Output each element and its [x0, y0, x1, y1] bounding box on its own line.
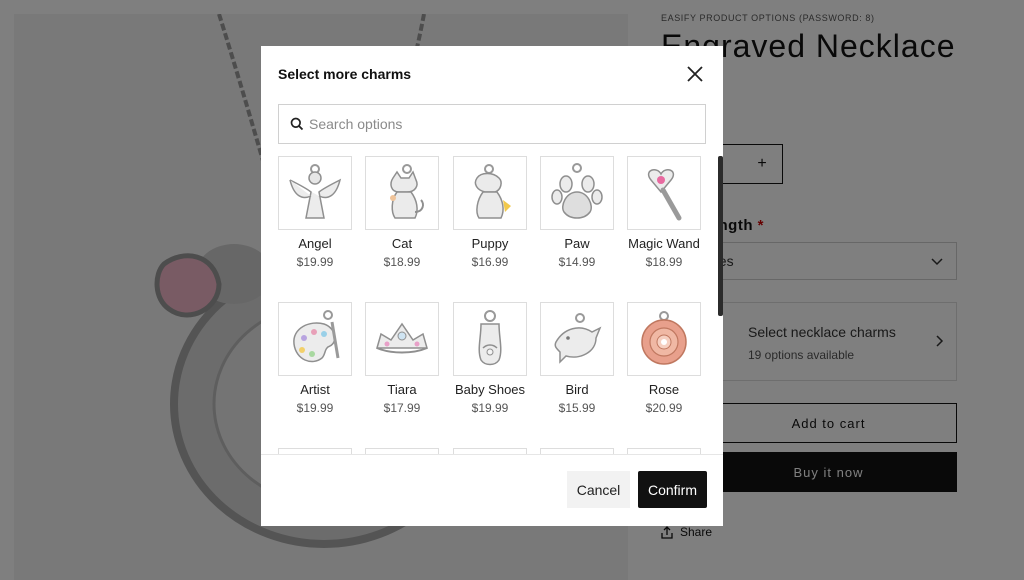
- charm-name: Artist: [300, 382, 330, 397]
- charm-thumbnail: [627, 156, 701, 230]
- charm-name: Angel: [298, 236, 332, 251]
- magic-wand-charm-icon: [647, 169, 682, 221]
- confirm-button[interactable]: Confirm: [638, 471, 707, 508]
- scrollbar[interactable]: [718, 156, 723, 316]
- charm-name: Puppy: [471, 236, 509, 251]
- charm-option[interactable]: Tiara $17.99: [365, 302, 439, 417]
- charm-price: $20.99: [645, 401, 683, 415]
- select-charms-modal: Select more charms Angel: [261, 46, 723, 526]
- charm-thumbnail: [453, 302, 527, 376]
- charm-thumbnail: [540, 156, 614, 230]
- charm-name: Magic Wand: [628, 236, 700, 251]
- charm-name: Cat: [391, 236, 413, 251]
- charm-name: Rose: [648, 382, 680, 397]
- charm-option[interactable]: Cat $18.99: [365, 156, 439, 271]
- charm-option[interactable]: Bird $15.99: [540, 302, 614, 417]
- charm-option[interactable]: Baby Shoes $19.99: [453, 302, 527, 417]
- charm-option[interactable]: Artist $19.99: [278, 302, 352, 417]
- charm-name: Bird: [565, 382, 589, 397]
- charm-price: $15.99: [558, 401, 596, 415]
- charm-price: $16.99: [471, 255, 509, 269]
- angel-charm-icon: [289, 164, 342, 219]
- charm-price: $19.99: [296, 401, 334, 415]
- charm-thumbnail: [453, 156, 527, 230]
- charm-name: Paw: [564, 236, 590, 251]
- charm-thumbnail: [540, 302, 614, 376]
- charm-name: Tiara: [387, 382, 417, 397]
- charm-option[interactable]: Puppy $16.99: [453, 156, 527, 271]
- charm-option[interactable]: Rose $20.99: [627, 302, 701, 417]
- cat-charm-icon: [390, 164, 424, 219]
- charm-thumbnail: [278, 156, 352, 230]
- charm-option[interactable]: Magic Wand $18.99: [627, 156, 701, 271]
- charm-price: $18.99: [645, 255, 683, 269]
- paw-charm-icon: [551, 163, 603, 219]
- rose-charm-icon: [641, 311, 687, 365]
- tiara-charm-icon: [376, 322, 428, 354]
- charm-price: $19.99: [296, 255, 334, 269]
- charm-name: Baby Shoes: [454, 382, 526, 397]
- charm-thumbnail: [365, 302, 439, 376]
- search-icon: [290, 117, 304, 131]
- charm-option[interactable]: Paw $14.99: [540, 156, 614, 271]
- charm-price: $17.99: [383, 401, 421, 415]
- charm-list[interactable]: Angel $19.99 Cat $18.99 Puppy $16.99 Paw…: [278, 156, 723, 454]
- bird-charm-icon: [554, 313, 602, 364]
- charm-price: $14.99: [558, 255, 596, 269]
- baby-shoe-charm-icon: [478, 310, 502, 366]
- charm-option[interactable]: Angel $19.99: [278, 156, 352, 271]
- close-icon[interactable]: [685, 64, 705, 84]
- charm-price: $19.99: [471, 401, 509, 415]
- charm-thumbnail: [278, 302, 352, 376]
- search-input[interactable]: [309, 116, 689, 132]
- artist-palette-charm-icon: [293, 310, 340, 363]
- footer-divider: [261, 454, 723, 455]
- charm-price: $18.99: [383, 255, 421, 269]
- charm-thumbnail: [365, 156, 439, 230]
- charm-thumbnail: [627, 302, 701, 376]
- modal-title: Select more charms: [278, 66, 412, 82]
- puppy-charm-icon: [474, 164, 511, 219]
- cancel-button[interactable]: Cancel: [567, 471, 630, 508]
- search-field: [278, 104, 706, 144]
